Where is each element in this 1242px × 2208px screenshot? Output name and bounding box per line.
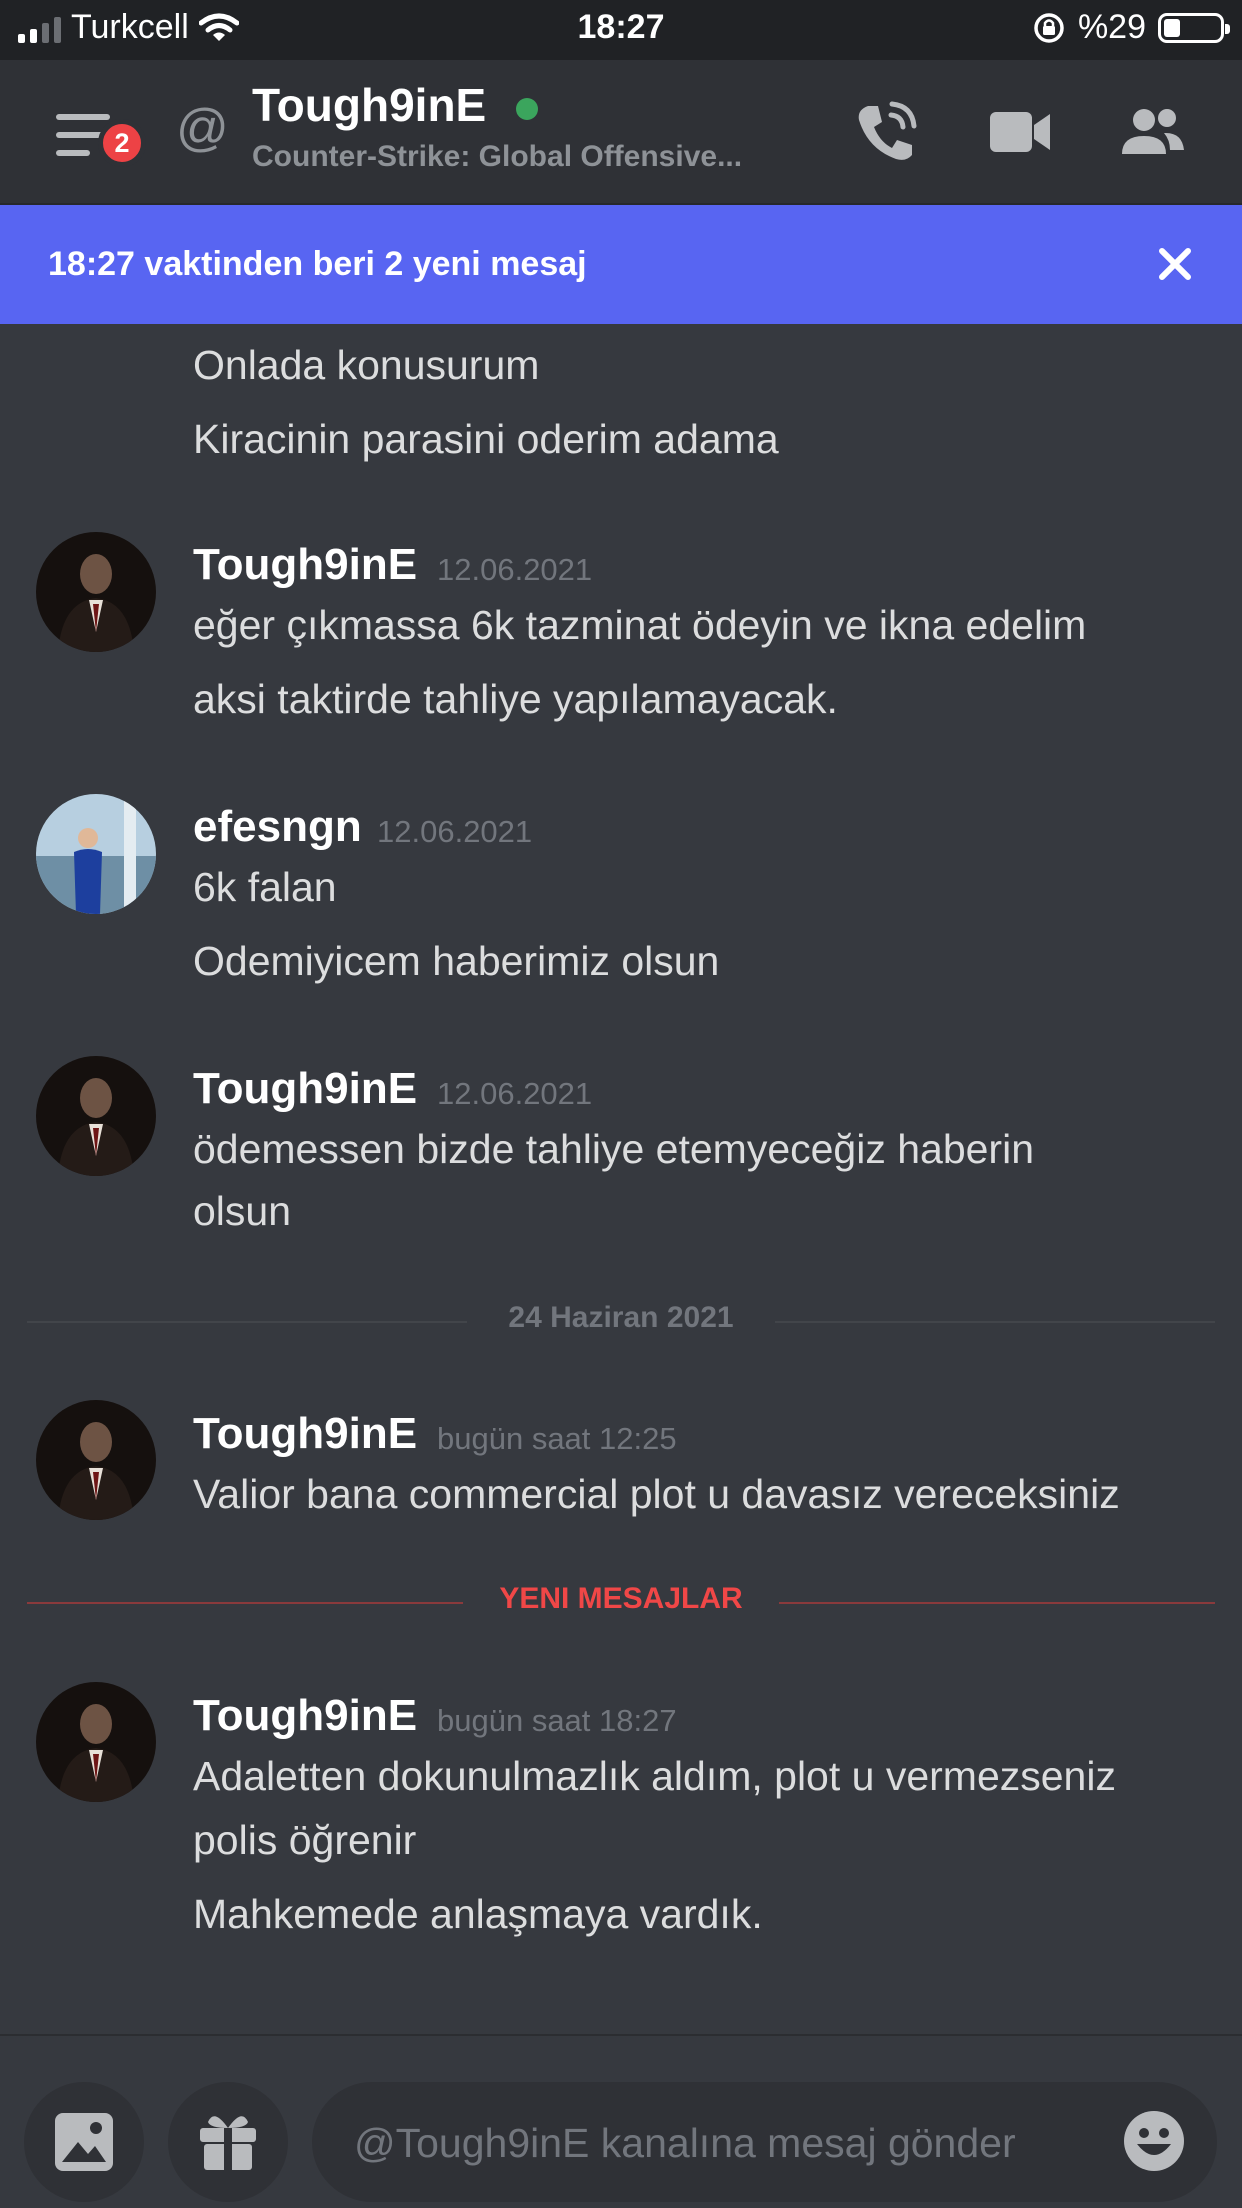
video-camera-icon[interactable]	[980, 92, 1060, 172]
status-bar: Turkcell 18:27 %29	[0, 0, 1242, 60]
battery-percent: %29	[1077, 8, 1146, 46]
status-right: %29	[1032, 8, 1230, 47]
activity-status: Counter-Strike: Global Offensive...	[252, 140, 743, 173]
message-line: olsun	[193, 1188, 292, 1234]
message-author[interactable]: efesngn	[193, 802, 362, 852]
date-divider-label: 24 Haziran 2021	[508, 1301, 734, 1334]
new-messages-label: YENI MESAJLAR	[499, 1582, 743, 1615]
message-line: Valior bana commercial plot u davasız ve…	[193, 1471, 1120, 1517]
people-icon[interactable]	[1112, 92, 1192, 172]
message-line: eğer çıkmassa 6k tazminat ödeyin ve ikna…	[193, 602, 1087, 648]
image-icon	[55, 2113, 113, 2171]
message-author[interactable]: Tough9inE	[193, 1691, 417, 1741]
unread-badge: 2	[98, 119, 146, 167]
message-timestamp: 12.06.2021	[437, 552, 593, 587]
channel-title[interactable]: Tough9inE	[252, 78, 486, 132]
gift-icon	[200, 2116, 256, 2170]
message-timestamp: bugün saat 18:27	[437, 1703, 677, 1738]
message-line: Adaletten dokunulmazlık aldım, plot u ve…	[193, 1753, 1116, 1799]
message-line: Onlada konusurum	[193, 342, 540, 388]
date-divider: 24 Haziran 2021	[27, 1301, 1215, 1334]
new-messages-divider: YENI MESAJLAR	[27, 1582, 1215, 1615]
avatar[interactable]	[36, 1400, 156, 1520]
message-author[interactable]: Tough9inE	[193, 540, 417, 590]
avatar[interactable]	[36, 532, 156, 652]
phone-call-icon[interactable]	[846, 92, 926, 172]
message-composer: @Tough9inE kanalına mesaj gönder	[0, 2034, 1242, 2208]
message-input[interactable]: @Tough9inE kanalına mesaj gönder	[312, 2082, 1217, 2202]
message-line: 6k falan	[193, 864, 337, 910]
channel-header: 2 @ Tough9inE Counter-Strike: Global Off…	[0, 60, 1242, 205]
close-icon[interactable]	[1150, 239, 1200, 289]
message-timestamp: bugün saat 12:25	[437, 1421, 677, 1456]
attach-image-button[interactable]	[24, 2082, 144, 2202]
message-line: Odemiyicem haberimiz olsun	[193, 938, 720, 984]
message-timestamp: 12.06.2021	[437, 1076, 593, 1111]
rotation-lock-icon	[1034, 12, 1064, 43]
emoji-icon[interactable]	[1121, 2108, 1187, 2174]
avatar[interactable]	[36, 1682, 156, 1802]
message-line: aksi taktirde tahliye yapılamayacak.	[193, 676, 838, 722]
message-list: Onlada konusurum Kiracinin parasini oder…	[0, 324, 1242, 2034]
message-author[interactable]: Tough9inE	[193, 1064, 417, 1114]
avatar[interactable]	[36, 1056, 156, 1176]
message-line: ödemessen bizde tahliye etemyeceğiz habe…	[193, 1126, 1035, 1172]
message-author[interactable]: Tough9inE	[193, 1409, 417, 1459]
avatar[interactable]	[36, 794, 156, 914]
message-line: Mahkemede anlaşmaya vardık.	[193, 1891, 763, 1937]
at-icon: @	[176, 99, 229, 157]
new-messages-banner-text: 18:27 vaktinden beri 2 yeni mesaj	[48, 245, 587, 283]
message-line: Kiracinin parasini oderim adama	[193, 416, 779, 462]
new-messages-banner[interactable]: 18:27 vaktinden beri 2 yeni mesaj	[0, 205, 1242, 324]
online-status-dot	[516, 98, 538, 120]
message-input-placeholder: @Tough9inE kanalına mesaj gönder	[354, 2120, 1016, 2166]
message-timestamp: 12.06.2021	[377, 814, 533, 849]
gift-button[interactable]	[168, 2082, 288, 2202]
battery-icon	[1158, 12, 1230, 43]
message-line: polis öğrenir	[193, 1817, 417, 1863]
